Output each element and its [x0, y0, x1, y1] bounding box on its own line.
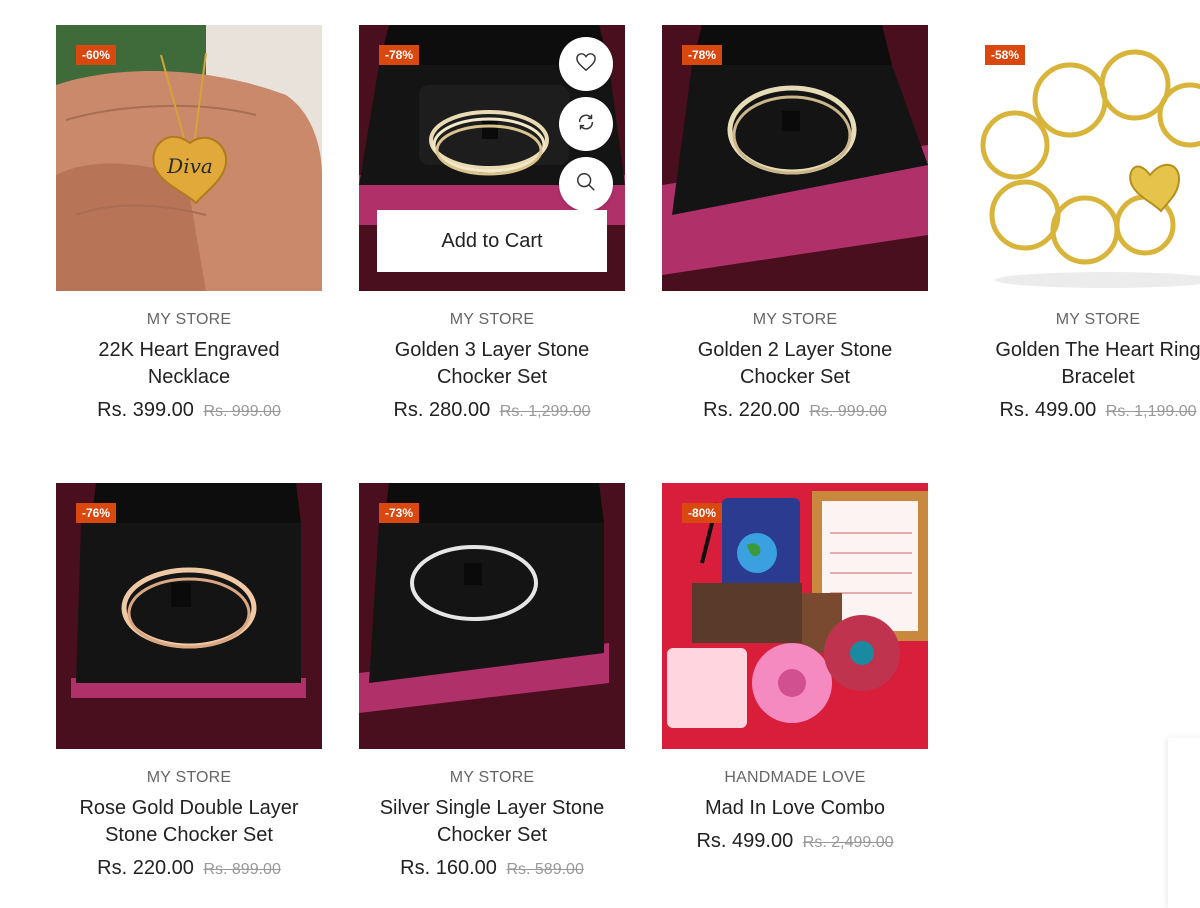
compare-price: Rs. 1,299.00: [499, 403, 591, 420]
product-title[interactable]: Silver Single Layer Stone Chocker Set: [359, 795, 625, 849]
wishlist-button[interactable]: [559, 37, 613, 91]
product-price: Rs. 160.00 Rs. 589.00: [359, 857, 625, 880]
product-image[interactable]: -80%: [662, 483, 928, 749]
product-vendor: MY STORE: [146, 311, 232, 328]
product-price: Rs. 220.00 Rs. 899.00: [56, 857, 322, 880]
sale-price: Rs. 399.00: [97, 399, 194, 421]
product-image[interactable]: Diva -60%: [56, 25, 322, 291]
product-card[interactable]: -76% MY STORE Rose Gold Double Layer Sto…: [56, 483, 322, 880]
floating-panel: [1168, 738, 1200, 908]
product-card[interactable]: -78% Add to Cart MY STORE Golden 3 Layer…: [359, 25, 625, 422]
sale-price: Rs. 499.00: [696, 830, 794, 852]
product-card[interactable]: -78% MY STORE Golden 2 Layer Stone Chock…: [662, 25, 928, 422]
product-image[interactable]: -78% Add to Cart: [359, 25, 625, 291]
product-image[interactable]: -73%: [359, 483, 625, 749]
compare-price: Rs. 999.00: [203, 403, 281, 420]
sale-price: Rs. 220.00: [703, 399, 800, 421]
product-image[interactable]: -58%: [965, 25, 1200, 291]
compare-price: Rs. 589.00: [506, 861, 584, 878]
product-vendor: MY STORE: [146, 769, 232, 786]
discount-badge: -80%: [682, 503, 723, 523]
product-title[interactable]: Golden 2 Layer Stone Chocker Set: [662, 337, 928, 391]
discount-badge: -78%: [682, 45, 723, 65]
product-card[interactable]: -58% MY STORE Golden The Heart Ring Brac…: [965, 25, 1200, 422]
sale-price: Rs. 220.00: [97, 857, 194, 879]
product-title[interactable]: 22K Heart Engraved Necklace: [56, 337, 322, 391]
discount-badge: -60%: [76, 45, 117, 65]
product-price: Rs. 220.00 Rs. 999.00: [662, 399, 928, 422]
product-price: Rs. 399.00 Rs. 999.00: [56, 399, 322, 422]
product-vendor: MY STORE: [1055, 311, 1141, 328]
product-card[interactable]: -73% MY STORE Silver Single Layer Stone …: [359, 483, 625, 880]
compare-price: Rs. 999.00: [809, 403, 887, 420]
sale-price: Rs. 280.00: [393, 399, 491, 421]
product-title[interactable]: Golden 3 Layer Stone Chocker Set: [359, 337, 625, 391]
engraving-text: Diva: [166, 154, 213, 178]
search-icon: [575, 171, 597, 198]
sale-price: Rs. 499.00: [999, 399, 1097, 421]
compare-button[interactable]: [559, 97, 613, 151]
product-title[interactable]: Rose Gold Double Layer Stone Chocker Set: [56, 795, 322, 849]
product-card[interactable]: -80% HANDMADE LOVE Mad In Love Combo Rs.…: [662, 483, 928, 853]
quick-view-button[interactable]: [559, 157, 613, 211]
heart-icon: [575, 52, 597, 77]
product-price: Rs. 499.00 Rs. 1,199.00: [965, 399, 1200, 422]
product-image[interactable]: -76%: [56, 483, 322, 749]
add-to-cart-button[interactable]: Add to Cart: [377, 210, 607, 272]
sale-price: Rs. 160.00: [400, 857, 497, 879]
product-card[interactable]: Diva -60% MY STORE 22K Heart Engraved Ne…: [56, 25, 322, 422]
product-title[interactable]: Golden The Heart Ring Bracelet: [965, 337, 1200, 391]
product-vendor: MY STORE: [752, 311, 838, 328]
product-title[interactable]: Mad In Love Combo: [662, 795, 928, 822]
product-vendor: HANDMADE LOVE: [724, 769, 866, 786]
compare-price: Rs. 899.00: [203, 861, 281, 878]
refresh-icon: [575, 111, 597, 138]
compare-price: Rs. 1,199.00: [1105, 403, 1197, 420]
discount-badge: -78%: [379, 45, 420, 65]
product-vendor: MY STORE: [449, 311, 535, 328]
product-image[interactable]: -78%: [662, 25, 928, 291]
discount-badge: -73%: [379, 503, 420, 523]
compare-price: Rs. 2,499.00: [802, 834, 894, 851]
discount-badge: -58%: [985, 45, 1026, 65]
product-price: Rs. 280.00 Rs. 1,299.00: [359, 399, 625, 422]
product-price: Rs. 499.00 Rs. 2,499.00: [662, 830, 928, 853]
product-vendor: MY STORE: [449, 769, 535, 786]
discount-badge: -76%: [76, 503, 117, 523]
